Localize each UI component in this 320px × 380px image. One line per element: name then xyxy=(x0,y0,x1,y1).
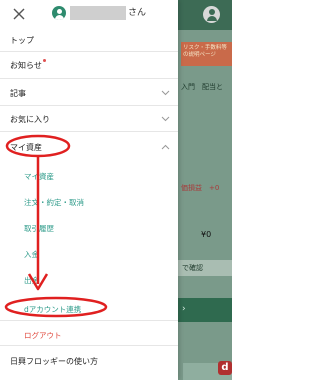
chevron-down-icon xyxy=(161,90,170,96)
menu-item-label: 記事 xyxy=(10,89,26,98)
navigation-drawer: さん トップ お知らせ 記事 お気に入り マイ資産 マイ資産 注文・約定・取消 … xyxy=(0,0,178,380)
submenu-item-withdraw[interactable]: 出金 xyxy=(24,275,39,286)
menu-item-label: お気に入り xyxy=(10,115,50,124)
confirm-button[interactable]: で確認 xyxy=(178,260,232,276)
background-tabs: 入門 配当と xyxy=(181,83,223,91)
balance-amount: ¥0 xyxy=(201,230,212,239)
redacted-username xyxy=(70,6,126,20)
d-logo-icon: d xyxy=(218,361,232,375)
menu-item-my-assets[interactable]: マイ資産 xyxy=(0,132,178,160)
menu-item-articles[interactable]: 記事 xyxy=(0,79,178,106)
menu-item-label: トップ xyxy=(10,36,34,45)
submenu-item-my-assets[interactable]: マイ資産 xyxy=(24,171,54,182)
chevron-up-icon xyxy=(161,144,170,150)
menu-item-label: マイ資産 xyxy=(10,143,42,152)
user-avatar-icon xyxy=(52,6,66,20)
submenu-item-history[interactable]: 取引履歴 xyxy=(24,223,54,234)
close-icon[interactable] xyxy=(12,7,26,21)
submenu-item-orders[interactable]: 注文・約定・取消 xyxy=(24,197,84,208)
notification-dot xyxy=(43,59,46,62)
drawer-header: さん xyxy=(0,0,178,28)
menu-item-news[interactable]: お知らせ xyxy=(0,52,178,79)
menu-item-top[interactable]: トップ xyxy=(0,28,178,52)
username-suffix: さん xyxy=(128,8,147,18)
chevron-down-icon xyxy=(161,116,170,122)
action-button[interactable]: › xyxy=(178,298,232,322)
valuation-loss-text: 価損益 +0 xyxy=(181,184,220,192)
divider xyxy=(0,320,178,321)
risk-info-banner[interactable]: リスク・手数料等 の説明ページ xyxy=(181,42,232,66)
logout-link[interactable]: ログアウト xyxy=(24,330,62,341)
submenu-item-deposit[interactable]: 入金 xyxy=(24,249,39,260)
menu-item-label: 日興フロッギーの使い方 xyxy=(10,357,98,366)
menu-item-how-to-use[interactable]: 日興フロッギーの使い方 xyxy=(0,346,178,376)
submenu-item-d-account[interactable]: dアカウント連携 xyxy=(24,304,81,315)
account-icon[interactable] xyxy=(203,6,220,23)
menu-item-label: お知らせ xyxy=(10,61,42,70)
menu-item-favorites[interactable]: お気に入り xyxy=(0,106,178,132)
